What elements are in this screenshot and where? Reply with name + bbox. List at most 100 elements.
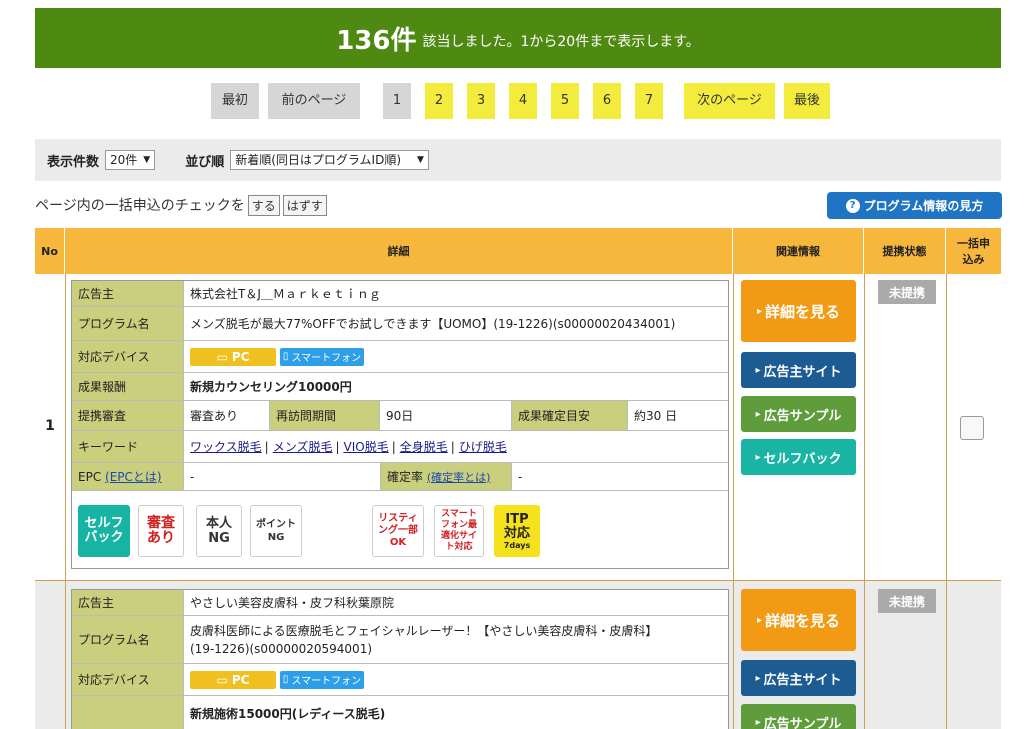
keyword-link[interactable]: ひげ脱毛 — [459, 438, 507, 455]
selfback-label: セルフバック — [763, 451, 842, 467]
view-detail-button[interactable]: ▸ 詳細を見る — [741, 589, 856, 651]
chevron-down-icon: ▼ — [143, 155, 151, 165]
phone-icon: ▯ — [282, 351, 289, 362]
header-bulk: 一括申込み — [946, 228, 1001, 274]
devices-value: ▭ PC ▯ スマートフォン — [184, 664, 728, 695]
header-status: 提携状態 — [864, 228, 946, 274]
bulk-apply-checkbox[interactable] — [960, 416, 984, 440]
program-detail: 広告主 株式会社T＆J＿Ｍａｒｋｅｔｉｎｇ プログラム名 メンズ脱毛が最大77%… — [71, 280, 729, 569]
confirm-est-value: 約30 日 — [634, 409, 678, 423]
epc-value: - — [190, 469, 195, 484]
sort-select[interactable]: 新着順(同日はプログラムID順) ▼ — [230, 150, 429, 170]
itp-badge-text: ITP対応 — [503, 511, 530, 541]
last-page-button[interactable]: 最後 — [784, 83, 830, 119]
caret-right-icon: ▸ — [755, 364, 761, 376]
advertiser-site-button[interactable]: ▸ 広告主サイト — [741, 660, 856, 696]
uncheck-all-button[interactable]: はずす — [282, 194, 327, 216]
device-pc-label: PC — [231, 349, 250, 364]
pagination: 最初 前のページ 1 2 3 4 5 6 7 次のページ 最後 — [0, 83, 1034, 119]
smartphone-badge-text: スマートフォン最適化サイト対応 — [440, 509, 477, 552]
question-icon: ? — [845, 198, 860, 213]
keywords-label: キーワード — [72, 431, 184, 462]
partnership-status: 未提携 — [878, 589, 936, 613]
smartphone-optimized-badge: スマートフォン最適化サイト対応 — [434, 505, 484, 557]
review-badge: 審査あり — [138, 505, 184, 557]
row-number: 1 — [45, 418, 55, 434]
caret-right-icon: ▸ — [755, 451, 761, 463]
advertiser-site-label: 広告主サイト — [763, 364, 842, 380]
devices-label: 対応デバイス — [72, 664, 184, 695]
program-label: プログラム名 — [72, 616, 184, 663]
device-pc-label: PC — [231, 672, 250, 687]
person-ng-badge-text: 本人NG — [205, 516, 232, 546]
listing-badge-text: リスティング一部OK — [378, 513, 418, 548]
page-2-button[interactable]: 2 — [425, 83, 453, 119]
help-label: プログラム情報の見方 — [863, 199, 984, 213]
page-3-button[interactable]: 3 — [467, 83, 495, 119]
confirm-rate-value: - — [518, 469, 523, 484]
next-page-button[interactable]: 次のページ — [684, 83, 775, 119]
epc-label: EPC (EPCとは) — [72, 463, 184, 490]
keywords-list: ワックス脱毛 | メンズ脱毛 | VIO脱毛 | 全身脱毛 | ひげ脱毛 — [190, 438, 507, 455]
selfback-badge-text: セルフバック — [84, 516, 124, 545]
devices-value: ▭ PC ▯ スマートフォン — [184, 341, 728, 372]
sort-label: 並び順 — [185, 154, 225, 170]
header-no: No — [35, 228, 65, 274]
ad-sample-button[interactable]: ▸ 広告サンプル — [741, 704, 856, 729]
device-pc-badge: ▭ PC — [190, 347, 276, 366]
review-value: 審査あり — [184, 401, 270, 430]
reward-value: 新規カウンセリング10000円 — [190, 380, 352, 394]
program-info-help-button[interactable]: ? プログラム情報の見方 — [827, 192, 1002, 219]
page-7-button[interactable]: 7 — [635, 83, 663, 119]
page-5-button[interactable]: 5 — [551, 83, 579, 119]
monitor-icon: ▭ — [216, 672, 228, 687]
first-page-button[interactable]: 最初 — [211, 83, 259, 119]
result-banner: 136件 該当しました。1から20件まで表示します。 — [35, 8, 1001, 68]
advertiser-site-label: 広告主サイト — [763, 672, 842, 688]
ad-sample-button[interactable]: ▸ 広告サンプル — [741, 396, 856, 432]
device-sp-badge: ▯ スマートフォン — [280, 347, 364, 366]
advertiser-label: 広告主 — [72, 590, 184, 615]
advertiser-name: やさしい美容皮膚科・皮フ科秋葉原院 — [190, 596, 395, 610]
advertiser-site-button[interactable]: ▸ 広告主サイト — [741, 352, 856, 388]
chevron-down-icon: ▼ — [417, 155, 424, 165]
page-1-button[interactable]: 1 — [383, 83, 411, 119]
partnership-status: 未提携 — [878, 280, 936, 304]
ad-sample-label: 広告サンプル — [763, 716, 842, 729]
keyword-link[interactable]: 全身脱毛 — [400, 438, 448, 455]
point-ng-badge-text: ポイントNG — [256, 519, 296, 543]
devices-label: 対応デバイス — [72, 341, 184, 372]
epc-help-link[interactable]: (EPCとは) — [105, 468, 162, 485]
epc-label-text: EPC — [78, 469, 102, 484]
keyword-link[interactable]: メンズ脱毛 — [273, 438, 333, 455]
program-name: 皮膚科医師による医療脱毛とフェイシャルレーザー！【やさしい美容皮膚科・皮膚科】 … — [184, 616, 728, 663]
reward-label: 成果報酬 — [72, 373, 184, 400]
selfback-badge: セルフバック — [78, 505, 130, 557]
view-detail-button[interactable]: ▸ 詳細を見る — [741, 280, 856, 342]
prev-page-button[interactable]: 前のページ — [268, 83, 360, 119]
keyword-link[interactable]: ワックス脱毛 — [190, 438, 262, 455]
reward-value: 新規施術15000円(レディース脱毛) — [190, 706, 386, 721]
selfback-button[interactable]: ▸ セルフバック — [741, 439, 856, 475]
page-6-button[interactable]: 6 — [593, 83, 621, 119]
reward-label — [72, 696, 184, 729]
review-label: 提携審査 — [72, 401, 184, 430]
revisit-label: 再訪問期間 — [270, 401, 380, 430]
confirm-rate-help-link[interactable]: (確定率とは) — [427, 469, 491, 485]
keyword-link[interactable]: VIO脱毛 — [344, 438, 389, 455]
ad-sample-label: 広告サンプル — [763, 408, 842, 424]
device-sp-label: スマートフォン — [291, 353, 362, 364]
review-badge-text: 審査あり — [147, 515, 175, 546]
sort-select-value: 新着順(同日はプログラムID順) — [235, 153, 402, 167]
count-select[interactable]: 20件 ▼ — [105, 150, 156, 170]
filter-bar: 表示件数 20件 ▼ 並び順 新着順(同日はプログラムID順) ▼ — [35, 139, 1001, 181]
count-label: 表示件数 — [47, 154, 100, 170]
device-sp-label: スマートフォン — [291, 676, 362, 687]
page-4-button[interactable]: 4 — [509, 83, 537, 119]
check-all-button[interactable]: する — [247, 194, 280, 216]
result-count: 136件 — [336, 25, 417, 56]
confirm-rate-label-text: 確定率 — [387, 470, 424, 484]
program-name-line2: (19-1226)(s00000020594001) — [190, 641, 373, 656]
view-detail-label: 詳細を見る — [765, 302, 841, 321]
itp-days-text: 7days — [503, 540, 531, 550]
